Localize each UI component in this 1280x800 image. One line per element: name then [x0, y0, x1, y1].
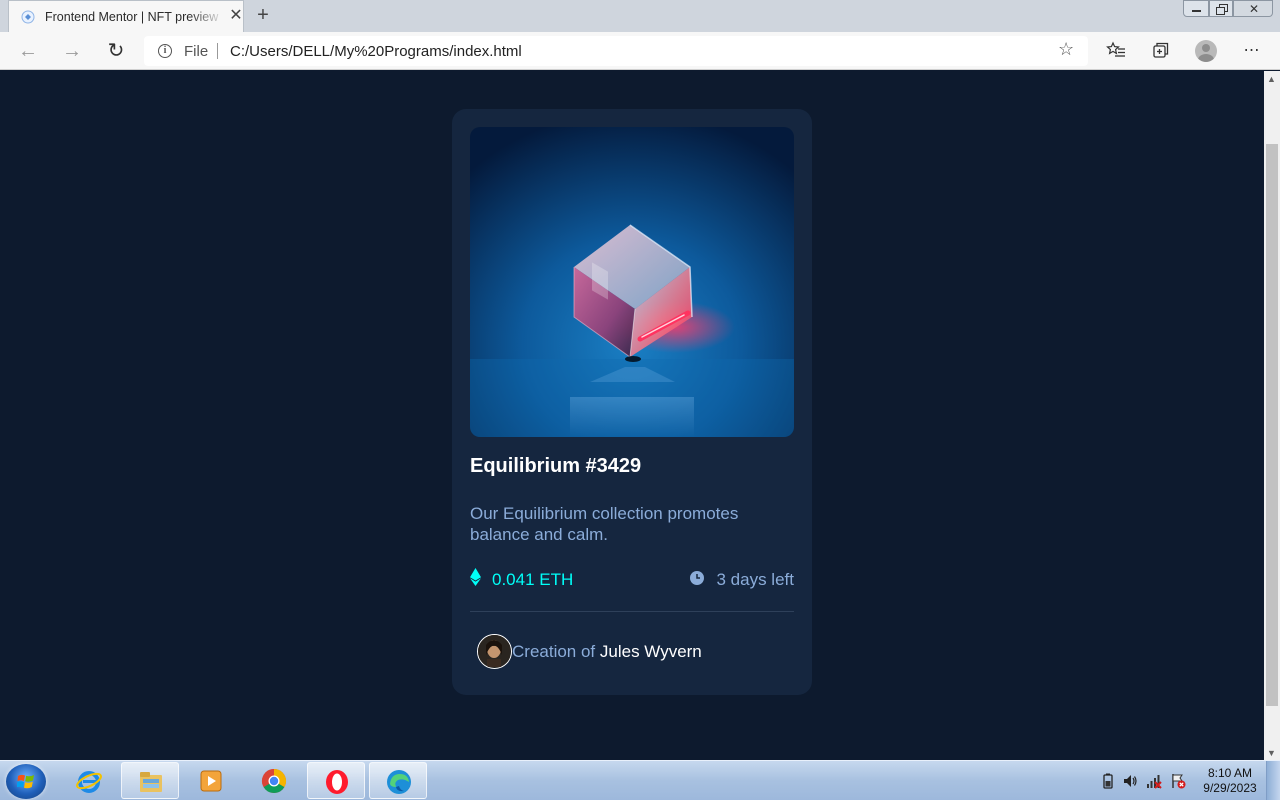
- new-tab-button[interactable]: +: [252, 4, 274, 26]
- favorite-star-icon[interactable]: ☆: [1058, 39, 1074, 60]
- media-player-icon: [200, 770, 222, 792]
- scroll-thumb[interactable]: [1266, 144, 1278, 706]
- time-remaining: 3 days left: [674, 569, 794, 591]
- clock-icon: [690, 571, 704, 585]
- address-bar[interactable]: i File C:/Users/DELL/My%20Programs/index…: [144, 36, 1088, 66]
- window-controls: ✕: [1183, 0, 1273, 18]
- address-separator: [217, 43, 218, 59]
- back-arrow-icon[interactable]: ←: [14, 38, 42, 64]
- frontend-mentor-favicon-icon: [21, 10, 35, 24]
- profile-avatar-icon[interactable]: [1195, 40, 1217, 62]
- system-tray: [1096, 769, 1196, 793]
- network-icon[interactable]: [1146, 773, 1162, 789]
- volume-icon[interactable]: [1122, 773, 1138, 789]
- clock-time: 8:10 AM: [1207, 766, 1253, 780]
- restore-button[interactable]: [1209, 0, 1233, 17]
- favorites-icon[interactable]: [1105, 40, 1127, 62]
- nft-preview-card: Equilibrium #3429 Our Equilibrium collec…: [452, 109, 812, 695]
- creator-prefix: Creation of: [512, 642, 600, 661]
- battery-icon[interactable]: [1100, 773, 1116, 789]
- scroll-down-arrow-icon[interactable]: ▼: [1267, 748, 1276, 758]
- taskbar-file-explorer[interactable]: [121, 762, 179, 799]
- windows-taskbar: 8:10 AM 9/29/2023: [0, 760, 1280, 800]
- internet-explorer-icon: [76, 771, 102, 793]
- browser-tab[interactable]: Frontend Mentor | NFT preview card compo…: [8, 0, 244, 32]
- windows-logo-icon: [17, 774, 34, 789]
- window-close-button[interactable]: ✕: [1233, 0, 1273, 17]
- taskbar-media-player[interactable]: [182, 762, 240, 799]
- collections-icon[interactable]: [1150, 40, 1172, 62]
- creator: Creation of Jules Wyvern: [477, 634, 797, 670]
- file-explorer-icon: [140, 772, 162, 792]
- opera-icon: [326, 770, 348, 794]
- taskbar-opera[interactable]: [307, 762, 365, 799]
- creator-name-link[interactable]: Jules Wyvern: [600, 642, 702, 661]
- tab-bar: Frontend Mentor | NFT preview card compo…: [0, 0, 1280, 32]
- edge-icon: [387, 770, 411, 794]
- ethereum-icon: [470, 568, 481, 586]
- tab-close-icon[interactable]: ✕: [227, 7, 245, 25]
- creator-credit: Creation of Jules Wyvern: [512, 642, 702, 662]
- taskbar-edge[interactable]: [369, 762, 427, 799]
- page-viewport: Equilibrium #3429 Our Equilibrium collec…: [0, 71, 1264, 760]
- taskbar-chrome[interactable]: [245, 762, 303, 799]
- minimize-button[interactable]: [1183, 0, 1209, 17]
- reload-icon[interactable]: ↻: [102, 38, 130, 64]
- time-left-text: 3 days left: [716, 570, 795, 589]
- chrome-icon: [261, 769, 287, 794]
- price-value: 0.041 ETH: [492, 570, 574, 589]
- taskbar-clock[interactable]: 8:10 AM 9/29/2023: [1198, 766, 1262, 796]
- show-desktop-button[interactable]: [1266, 761, 1280, 800]
- card-title[interactable]: Equilibrium #3429: [470, 455, 641, 478]
- more-options-icon[interactable]: ⋯: [1241, 40, 1263, 62]
- window-close-icon: ✕: [1248, 2, 1260, 16]
- protocol-label: File: [184, 43, 209, 60]
- start-button[interactable]: [6, 764, 46, 799]
- card-divider: [470, 611, 794, 612]
- creator-avatar: [477, 634, 512, 669]
- clock-date: 9/29/2023: [1203, 781, 1257, 795]
- tab-title-fade: [189, 5, 225, 27]
- taskbar-internet-explorer[interactable]: [60, 762, 118, 799]
- url-text[interactable]: C:/Users/DELL/My%20Programs/index.html: [230, 43, 522, 60]
- forward-arrow-icon[interactable]: →: [58, 38, 86, 64]
- info-icon[interactable]: i: [158, 44, 172, 58]
- vertical-scrollbar[interactable]: ▲ ▼: [1264, 71, 1280, 760]
- scroll-up-arrow-icon[interactable]: ▲: [1267, 74, 1276, 84]
- card-description: Our Equilibrium collection promotes bala…: [470, 504, 739, 544]
- action-center-flag-icon[interactable]: [1170, 773, 1186, 789]
- nft-image[interactable]: [470, 127, 794, 437]
- equilibrium-cube-image: [470, 127, 794, 437]
- browser-toolbar: ← → ↻ i File C:/Users/DELL/My%20Programs…: [0, 32, 1280, 70]
